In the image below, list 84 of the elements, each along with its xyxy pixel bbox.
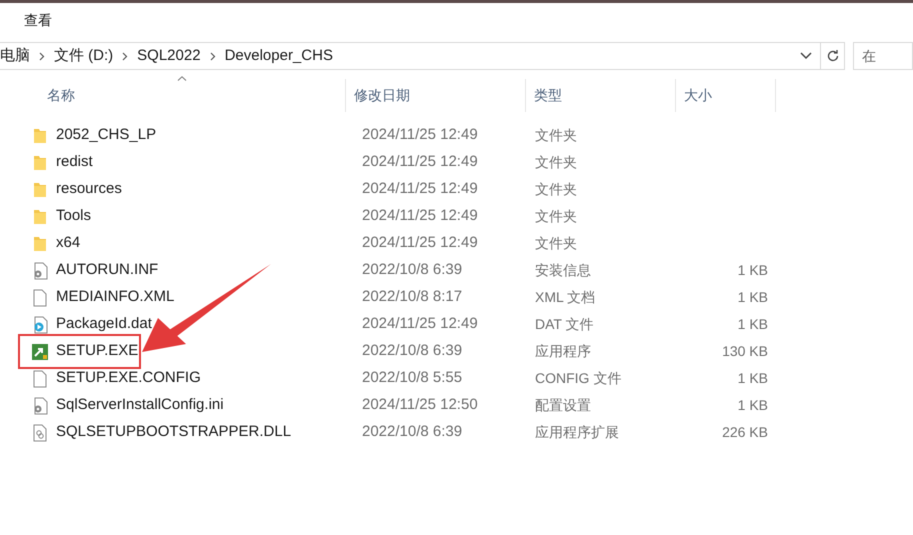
file-size: 226 KB xyxy=(722,424,768,440)
file-row[interactable]: SETUP.EXE.CONFIG 2022/10/8 5:55 CONFIG 文件 1 KB xyxy=(19,365,913,392)
file-size: 1 KB xyxy=(738,370,768,386)
file-type: CONFIG 文件 xyxy=(535,370,622,386)
file-name: AUTORUN.INF xyxy=(56,260,158,280)
file-type: XML 文档 xyxy=(535,289,596,305)
search-field[interactable]: 在 xyxy=(853,42,913,70)
folder-icon xyxy=(33,182,47,198)
column-header[interactable]: 类型 xyxy=(526,79,676,112)
breadcrumb[interactable]: Developer_CHS xyxy=(224,44,333,68)
file-name: x64 xyxy=(56,233,80,254)
document-icon xyxy=(33,370,47,388)
modified-date: 2022/10/8 6:39 xyxy=(362,342,462,360)
file-row[interactable]: SqlServerInstallConfig.ini 2024/11/25 12:50 配置设置 1 KB xyxy=(19,392,913,419)
modified-date: 2024/11/25 12:49 xyxy=(362,207,478,224)
chevron-icon xyxy=(39,52,45,60)
modified-date: 2024/11/25 12:49 xyxy=(362,315,478,332)
file-name: Tools xyxy=(56,206,92,226)
file-name: SETUP.EXE.CONFIG xyxy=(56,368,201,388)
file-size: 1 KB xyxy=(738,289,768,305)
gears-document-icon xyxy=(33,424,47,442)
menu-item[interactable]: 查看 xyxy=(24,10,52,30)
file-type: 文件夹 xyxy=(535,127,577,143)
file-type: 文件夹 xyxy=(535,181,577,197)
address-bar[interactable]: 电脑 文件 (D:) SQL2022 Developer_CHS xyxy=(0,42,845,70)
column-header[interactable]: 修改日期 xyxy=(346,79,526,112)
folder-icon xyxy=(33,154,47,170)
file-row[interactable]: x64 2024/11/25 12:49 文件夹 xyxy=(19,230,913,257)
modified-date: 2024/11/25 12:49 xyxy=(362,234,478,252)
modified-date: 2024/11/25 12:50 xyxy=(362,396,478,414)
file-type: 应用程序 xyxy=(535,343,591,359)
chevron-icon xyxy=(122,52,128,60)
modified-date: 2024/11/25 12:49 xyxy=(362,180,478,198)
file-name: SQLSETUPBOOTSTRAPPER.DLL xyxy=(56,422,292,442)
modified-date: 2024/11/25 12:49 xyxy=(362,126,478,144)
modified-date: 2022/10/8 6:39 xyxy=(362,423,462,440)
file-name: resources xyxy=(56,179,122,200)
file-row[interactable]: MEDIAINFO.XML 2022/10/8 8:17 XML 文档 1 KB xyxy=(19,284,913,311)
file-type: 文件夹 xyxy=(535,208,577,224)
file-row[interactable]: 2052_CHS_LP 2024/11/25 12:49 文件夹 xyxy=(19,122,913,149)
sort-caret-icon xyxy=(178,76,186,81)
file-row[interactable]: Tools 2024/11/25 12:49 文件夹 xyxy=(19,203,913,230)
file-size: 130 KB xyxy=(722,343,768,359)
file-name: MEDIAINFO.XML xyxy=(56,287,174,308)
file-size: 1 KB xyxy=(738,262,768,278)
dropdown-icon[interactable] xyxy=(800,52,812,60)
column-header[interactable]: 名称 xyxy=(19,79,346,112)
document-icon xyxy=(33,288,47,306)
file-name: SqlServerInstallConfig.ini xyxy=(56,395,224,416)
file-type: DAT 文件 xyxy=(535,316,594,332)
file-type: 文件夹 xyxy=(535,154,577,170)
folder-icon xyxy=(33,236,47,252)
file-name: 2052_CHS_LP xyxy=(56,125,156,146)
modified-date: 2024/11/25 12:49 xyxy=(362,153,478,170)
breadcrumb[interactable]: 文件 (D:) xyxy=(54,44,114,68)
file-type: 应用程序扩展 xyxy=(535,424,619,440)
refresh-icon xyxy=(826,49,840,63)
chevron-icon xyxy=(210,52,216,60)
modified-date: 2022/10/8 6:39 xyxy=(362,261,462,278)
file-name: PackageId.dat xyxy=(56,314,152,334)
installer-icon xyxy=(31,342,49,360)
folder-icon xyxy=(33,208,47,224)
file-name: redist xyxy=(56,152,93,172)
modified-date: 2022/10/8 8:17 xyxy=(362,288,462,306)
file-type: 配置设置 xyxy=(535,397,591,413)
folder-icon xyxy=(33,128,47,144)
file-row[interactable]: PackageId.dat 2024/11/25 12:49 DAT 文件 1 KB xyxy=(19,311,913,338)
file-row[interactable]: redist 2024/11/25 12:49 文件夹 xyxy=(19,149,913,176)
file-name: SETUP.EXE xyxy=(56,341,138,362)
file-row[interactable]: SQLSETUPBOOTSTRAPPER.DLL 2022/10/8 6:39 应用程序扩展 226 KB xyxy=(19,419,913,446)
file-size: 1 KB xyxy=(738,316,768,332)
file-type: 安装信息 xyxy=(535,262,591,278)
file-row[interactable]: SETUP.EXE 2022/10/8 6:39 应用程序 130 KB xyxy=(19,338,913,365)
file-size: 1 KB xyxy=(738,397,768,413)
modified-date: 2022/10/8 5:55 xyxy=(362,369,462,386)
file-row[interactable]: resources 2024/11/25 12:49 文件夹 xyxy=(19,176,913,203)
gear-document-icon xyxy=(32,262,48,280)
column-header[interactable]: 大小 xyxy=(676,79,776,112)
file-type: 文件夹 xyxy=(535,235,577,251)
breadcrumb[interactable]: 电脑 xyxy=(0,44,30,68)
file-row[interactable]: AUTORUN.INF 2022/10/8 6:39 安装信息 1 KB xyxy=(19,257,913,284)
play-document-icon xyxy=(32,316,48,334)
gear-document-icon xyxy=(32,396,48,414)
breadcrumb[interactable]: SQL2022 xyxy=(137,44,201,68)
